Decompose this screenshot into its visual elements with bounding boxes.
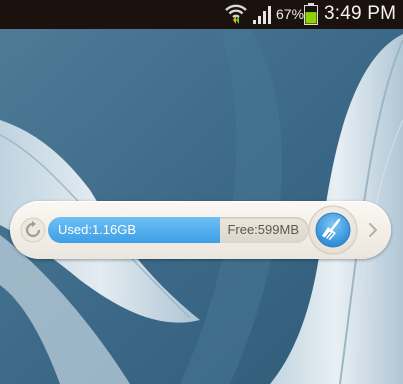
- used-memory-label: Used:1.16GB: [58, 222, 137, 237]
- battery-percent: 67%: [276, 6, 305, 22]
- refresh-icon[interactable]: [19, 216, 47, 244]
- battery-icon: [304, 3, 318, 25]
- memory-widget: Used:1.16GB Free:599MB: [10, 201, 391, 259]
- clock: 3:49 PM: [324, 3, 397, 24]
- status-bar: 67% 3:49 PM: [0, 0, 403, 29]
- memory-usage-bar: Used:1.16GB Free:599MB: [48, 217, 309, 243]
- wallpaper: [0, 0, 403, 384]
- wifi-icon: [224, 3, 248, 25]
- broom-icon: [308, 205, 358, 255]
- chevron-right-icon[interactable]: [365, 220, 381, 240]
- free-memory-label: Free:599MB: [227, 222, 299, 237]
- clean-memory-button[interactable]: [308, 205, 358, 255]
- signal-icon: [252, 5, 272, 25]
